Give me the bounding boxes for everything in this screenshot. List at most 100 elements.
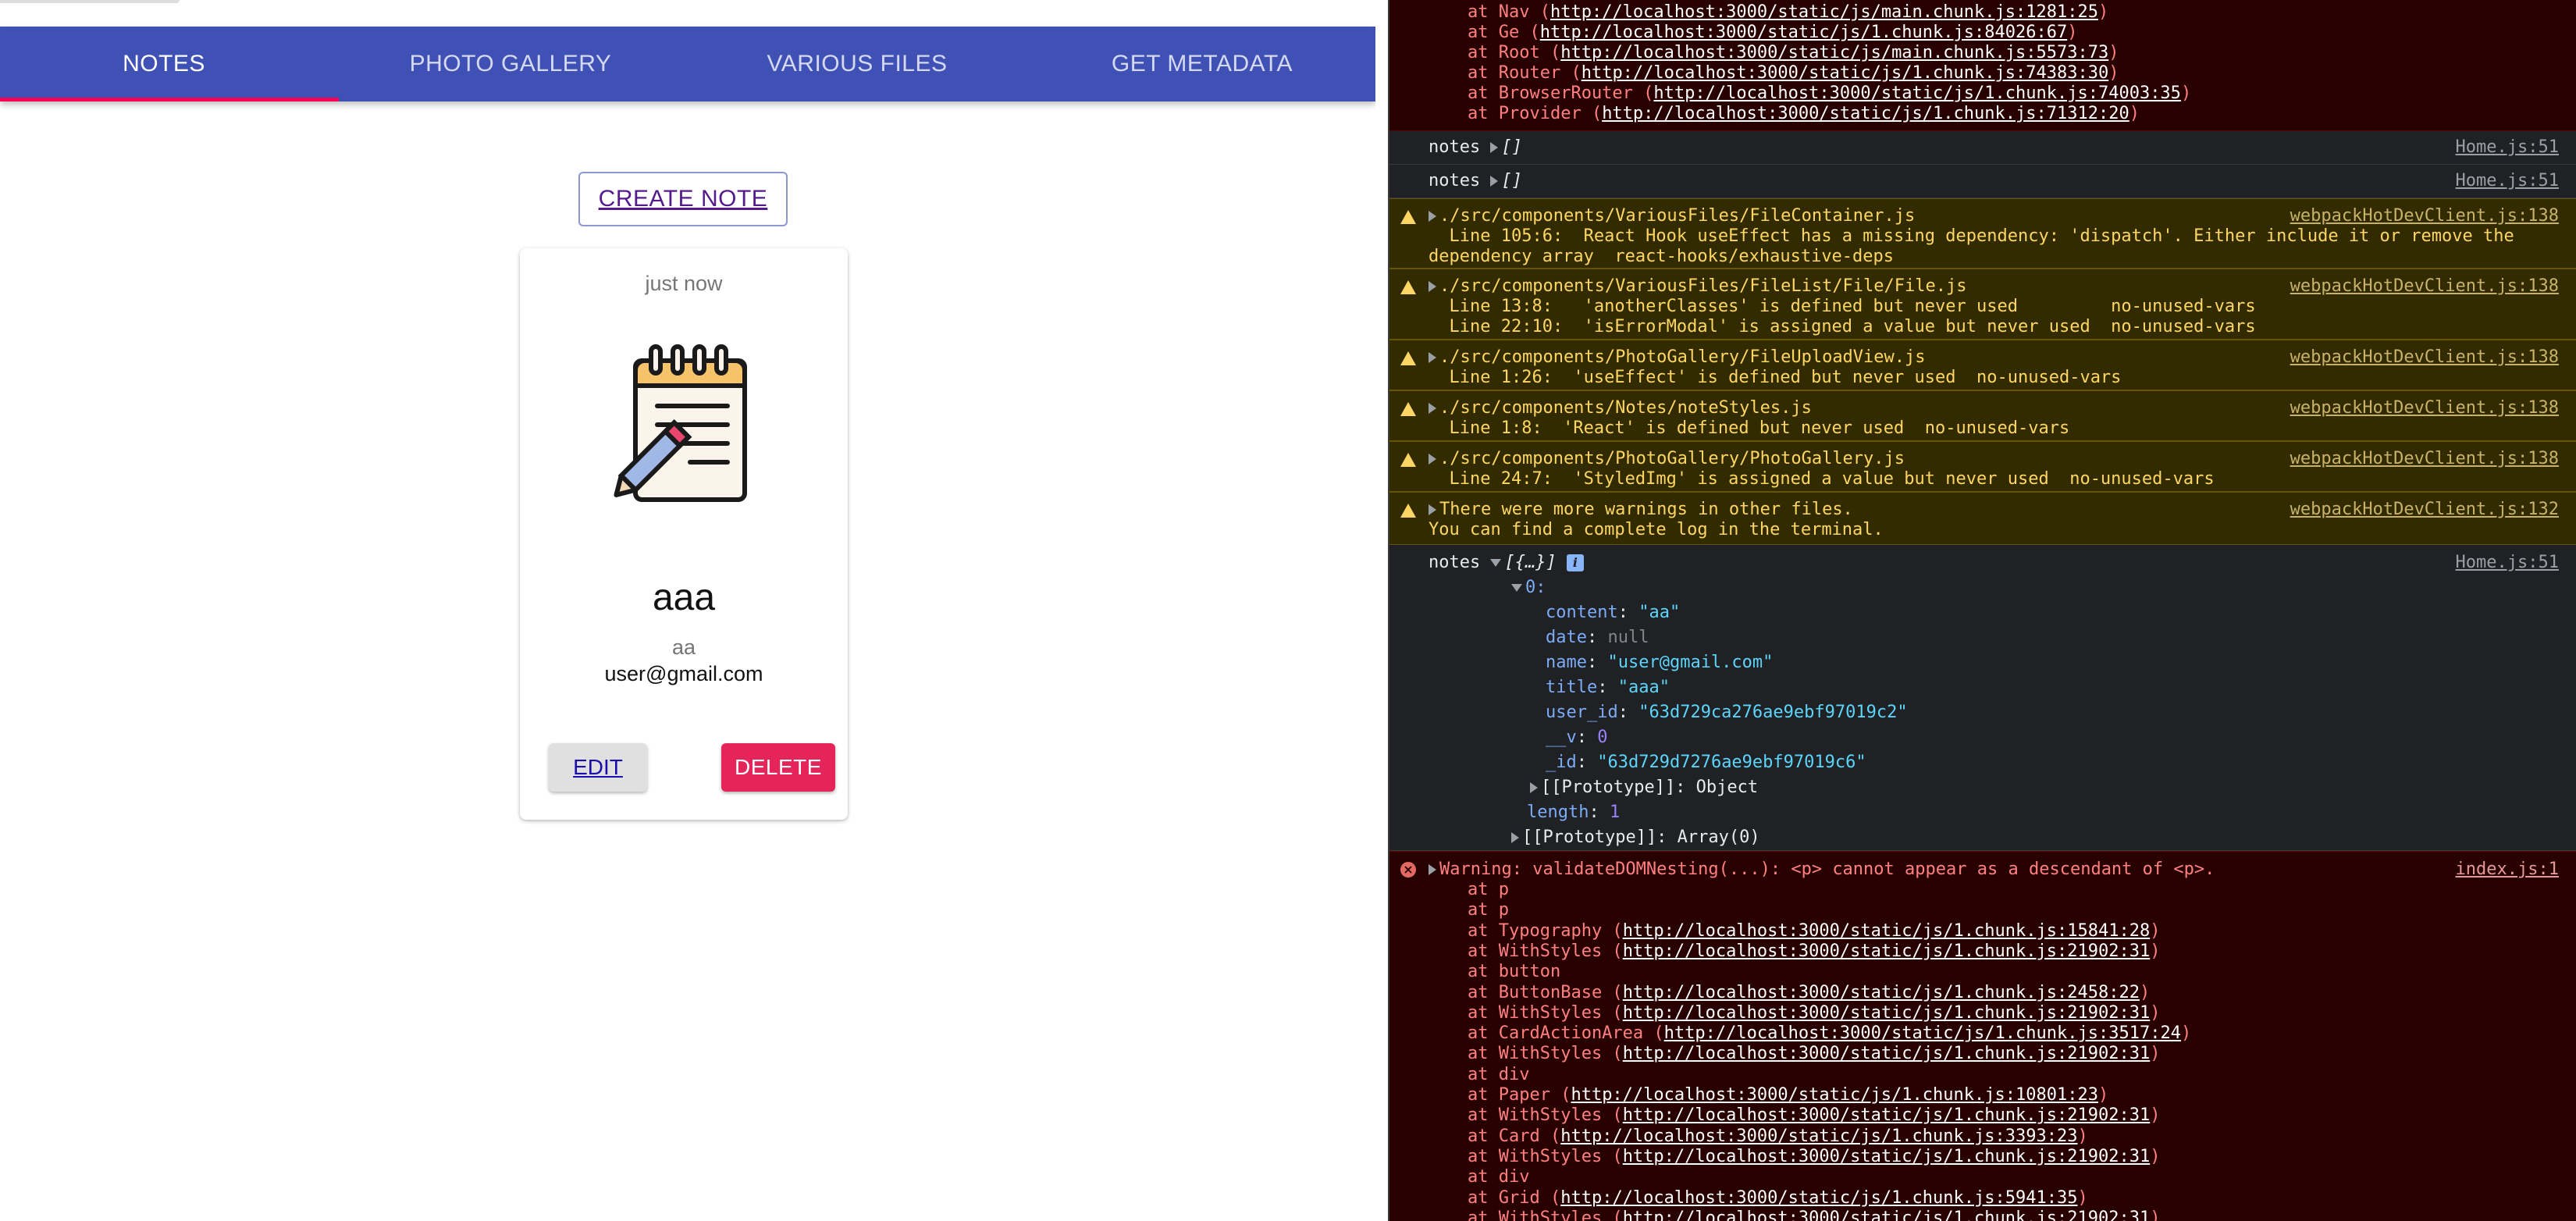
expand-arrow-icon[interactable] [1429, 864, 1436, 875]
delete-button[interactable]: DELETE [721, 743, 835, 792]
stack-frame-link[interactable]: http://localhost:3000/static/js/1.chunk.… [1623, 1003, 2151, 1023]
stack-frame-end: ) [2150, 941, 2161, 961]
stack-frame-link[interactable]: http://localhost:3000/static/js/1.chunk.… [1571, 1085, 2098, 1105]
expand-arrow-icon[interactable] [1429, 281, 1436, 292]
edit-button[interactable]: EDIT [549, 743, 647, 792]
field-key: _id [1546, 753, 1577, 772]
stack-frame-end: ) [2150, 920, 2161, 941]
log-label: notes [1429, 137, 1481, 157]
stack-frame-link[interactable]: http://localhost:3000/static/js/1.chunk.… [1623, 1105, 2151, 1125]
expand-arrow-icon[interactable] [1429, 504, 1436, 515]
expand-arrow-icon[interactable] [1511, 832, 1519, 843]
stack-frame: at WithStyles (http://localhost:3000/sta… [1468, 1105, 2160, 1126]
stack-frame-end: ) [2150, 1044, 2161, 1064]
stack-frame-link[interactable]: http://localhost:3000/static/js/1.chunk.… [1623, 1209, 2151, 1221]
collapse-arrow-icon[interactable] [1490, 559, 1502, 567]
warning-source-link[interactable]: webpackHotDevClient.js:138 [2290, 276, 2559, 297]
expand-arrow-icon[interactable] [1429, 403, 1436, 414]
expand-arrow-icon[interactable] [1530, 782, 1538, 793]
info-icon[interactable]: i [1566, 554, 1584, 571]
warning-row[interactable]: ./src/components/PhotoGallery/PhotoGalle… [1389, 441, 2576, 492]
stack-frame-text: at div [1468, 1064, 1530, 1084]
stack-frame: at WithStyles (http://localhost:3000/sta… [1468, 1003, 2160, 1023]
field-key: content [1546, 603, 1618, 622]
stack-frame: at Grid (http://localhost:3000/static/js… [1468, 1188, 2088, 1209]
stack-frame-link[interactable]: http://localhost:3000/static/js/1.chunk.… [1664, 1023, 2181, 1043]
stack-frame-link[interactable]: http://localhost:3000/static/js/1.chunk.… [1623, 1147, 2151, 1166]
log-source-link[interactable]: Home.js:51 [2456, 171, 2559, 191]
warning-source-link[interactable]: webpackHotDevClient.js:132 [2290, 500, 2559, 520]
warning-icon [1400, 351, 1416, 365]
error-block: × Warning: validateDOMNesting(...): <p> … [1389, 851, 2576, 1221]
stack-frame-link[interactable]: http://localhost:3000/static/js/1.chunk.… [1623, 942, 2151, 961]
stack-frame-end: ) [2077, 1126, 2088, 1146]
tab-get-metadata[interactable]: GET METADATA [1030, 27, 1374, 101]
stack-frame-link[interactable]: http://localhost:3000/static/js/1.chunk.… [1623, 921, 2151, 941]
stack-frame: at ButtonBase (http://localhost:3000/sta… [1468, 983, 2150, 1003]
stack-frame-link[interactable]: http://localhost:3000/static/js/main.chu… [1550, 2, 2098, 22]
expand-arrow-icon[interactable] [1490, 142, 1499, 153]
stack-frame-text: at Grid ( [1468, 1187, 1561, 1208]
app-window: NOTES PHOTO GALLERY VARIOUS FILES GET ME… [0, 0, 1375, 1221]
stack-frame-link[interactable]: http://localhost:3000/static/js/1.chunk.… [1560, 1188, 2077, 1208]
warning-row[interactable]: ./src/components/PhotoGallery/FileUpload… [1389, 340, 2576, 390]
length-value: 1 [1609, 803, 1621, 822]
warning-source-link[interactable]: webpackHotDevClient.js:138 [2290, 206, 2559, 226]
expand-arrow-icon[interactable] [1429, 454, 1436, 465]
expand-arrow-icon[interactable] [1429, 352, 1436, 363]
field-key: title [1546, 678, 1598, 697]
log-source-link[interactable]: Home.js:51 [2456, 553, 2559, 573]
field-key: name [1546, 653, 1587, 672]
warning-source-link[interactable]: webpackHotDevClient.js:138 [2290, 398, 2559, 418]
stack-frame-text: at WithStyles ( [1468, 1146, 1623, 1166]
length-key: length [1527, 803, 1589, 822]
tab-photo-gallery[interactable]: PHOTO GALLERY [339, 27, 682, 101]
warning-source-link[interactable]: webpackHotDevClient.js:138 [2290, 449, 2559, 469]
stack-frame-link[interactable]: http://localhost:3000/static/js/1.chunk.… [1653, 84, 2181, 103]
stack-frame-text: at CardActionArea ( [1468, 1023, 1664, 1044]
expand-arrow-icon[interactable] [1490, 176, 1499, 187]
console-log-row[interactable]: notes [] Home.js:51 [1389, 165, 2576, 198]
stack-frame: at WithStyles (http://localhost:3000/sta… [1468, 1044, 2160, 1064]
devtools-console[interactable]: at Nav (http://localhost:3000/static/js/… [1388, 0, 2576, 1221]
stack-frame: at BrowserRouter (http://localhost:3000/… [1468, 84, 2191, 104]
stack-frame-link[interactable]: http://localhost:3000/static/js/1.chunk.… [1623, 1044, 2151, 1063]
log-source-link[interactable]: Home.js:51 [2456, 137, 2559, 158]
warning-row[interactable]: ./src/components/VariousFiles/FileContai… [1389, 198, 2576, 269]
expand-arrow-icon[interactable] [1429, 211, 1436, 222]
error-stack-block: at Nav (http://localhost:3000/static/js/… [1389, 0, 2576, 131]
object-field: title: "aaa" [1546, 678, 1670, 697]
stack-frame-link[interactable]: http://localhost:3000/static/js/1.chunk.… [1602, 104, 2129, 123]
note-title: aaa [652, 577, 716, 618]
stack-frame-end: ) [2108, 63, 2119, 83]
stack-frame-link[interactable]: http://localhost:3000/static/js/1.chunk.… [1623, 983, 2140, 1002]
stack-frame-link[interactable]: http://localhost:3000/static/js/1.chunk.… [1560, 1127, 2077, 1146]
stack-frame-end: ) [2077, 1187, 2088, 1208]
stack-frame-end: ) [2180, 84, 2192, 103]
tab-notes[interactable]: NOTES [0, 27, 328, 101]
note-content: aa [671, 635, 696, 659]
warning-source-link[interactable]: webpackHotDevClient.js:138 [2290, 347, 2559, 368]
array-index: 0: [1525, 578, 1546, 597]
warning-row[interactable]: There were more warnings in other files.… [1389, 492, 2576, 545]
warning-file-text: There were more warnings in other files. [1439, 500, 1853, 519]
tab-various-files[interactable]: VARIOUS FILES [685, 27, 1029, 101]
warning-row[interactable]: ./src/components/VariousFiles/FileList/F… [1389, 269, 2576, 340]
stack-frame-link[interactable]: http://localhost:3000/static/js/main.chu… [1560, 43, 2108, 62]
warning-row[interactable]: ./src/components/Notes/noteStyles.js webp… [1389, 390, 2576, 441]
warning-detail-line: dependency array react-hooks/exhaustive-… [1429, 247, 1895, 266]
collapse-arrow-icon[interactable] [1511, 584, 1522, 592]
note-card[interactable]: just now aaa aa user@gmail.com EDIT DELE… [520, 248, 848, 820]
console-log-row[interactable]: notes [] Home.js:51 [1389, 131, 2576, 165]
warning-file: ./src/components/VariousFiles/FileContai… [1429, 206, 1915, 226]
stack-frame-link[interactable]: http://localhost:3000/static/js/1.chunk.… [1540, 23, 2068, 42]
warning-icon [1400, 504, 1416, 518]
console-log-expanded[interactable]: notes [{…}] i Home.js:51 0: content: "aa… [1389, 545, 2576, 851]
error-source-link[interactable]: index.js:1 [2456, 860, 2559, 880]
stack-frame: at div [1468, 1065, 1529, 1085]
stack-frame-link[interactable]: http://localhost:3000/static/js/1.chunk.… [1582, 63, 2109, 83]
create-note-button[interactable]: CREATE NOTE [578, 172, 788, 226]
stack-frame-end: ) [2097, 1085, 2109, 1105]
warning-icon [1400, 402, 1416, 416]
error-message: Warning: validateDOMNesting(...): <p> ca… [1439, 860, 2215, 879]
